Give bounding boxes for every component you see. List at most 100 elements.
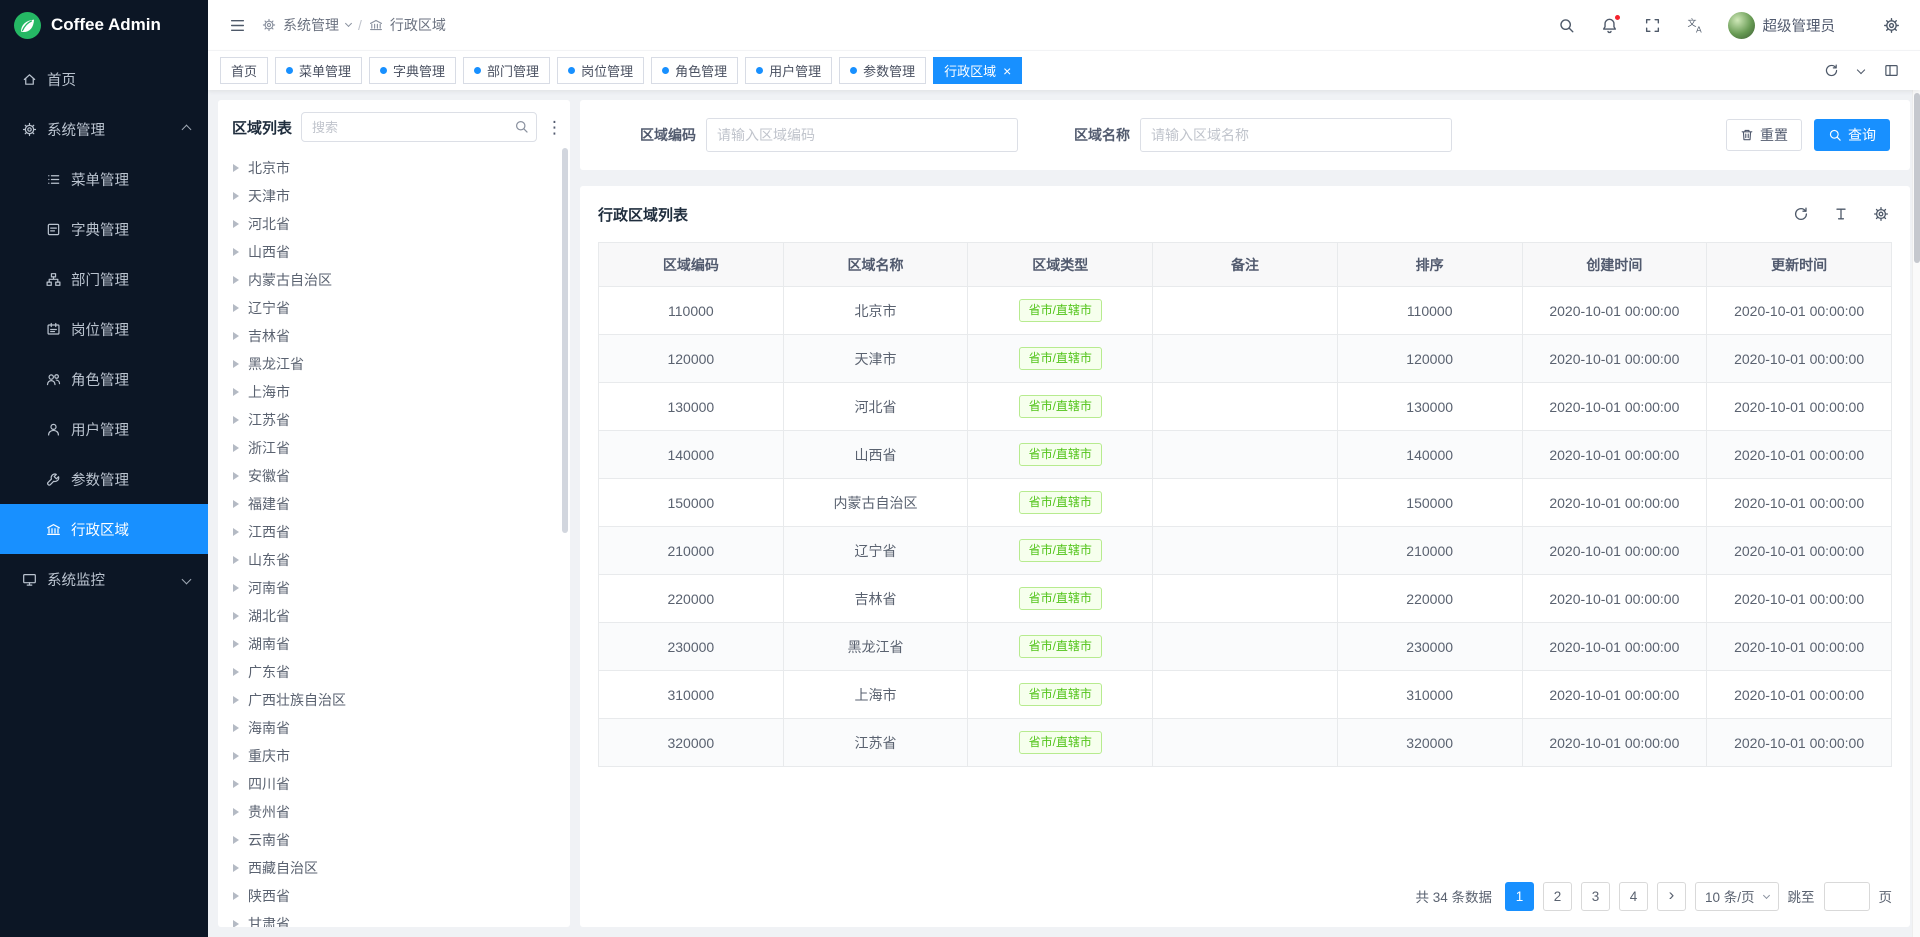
- tab-dictionary[interactable]: 字典管理: [369, 57, 456, 84]
- text-size-button[interactable]: [1830, 203, 1852, 225]
- tree-item[interactable]: 北京市: [218, 154, 570, 182]
- page-button-1[interactable]: 1: [1505, 882, 1534, 911]
- table-row[interactable]: 320000江苏省省市/直辖市3200002020-10-01 00:00:00…: [599, 719, 1892, 767]
- table-row[interactable]: 310000上海市省市/直辖市3100002020-10-01 00:00:00…: [599, 671, 1892, 719]
- tree-scrollbar-thumb[interactable]: [562, 148, 568, 533]
- sidebar-item-region[interactable]: 行政区域: [0, 504, 208, 554]
- cell: 河北省: [783, 383, 968, 431]
- tree-item[interactable]: 河南省: [218, 574, 570, 602]
- username[interactable]: 超级管理员: [1763, 15, 1836, 36]
- tree-item-label: 福建省: [248, 494, 290, 514]
- sidebar-item-system[interactable]: 系统管理: [0, 104, 208, 154]
- sidebar-item-menu[interactable]: 菜单管理: [0, 154, 208, 204]
- translate-button[interactable]: 文A: [1685, 14, 1707, 36]
- breadcrumb-parent[interactable]: 系统管理: [283, 15, 339, 35]
- page-button-3[interactable]: 3: [1581, 882, 1610, 911]
- table-row[interactable]: 140000山西省省市/直辖市1400002020-10-01 00:00:00…: [599, 431, 1892, 479]
- table-row[interactable]: 120000天津市省市/直辖市1200002020-10-01 00:00:00…: [599, 335, 1892, 383]
- jump-page-input[interactable]: [1824, 882, 1870, 911]
- avatar[interactable]: [1728, 12, 1755, 39]
- tree-item[interactable]: 河北省: [218, 210, 570, 238]
- tree-item[interactable]: 湖南省: [218, 630, 570, 658]
- tree-menu-button[interactable]: ⋮: [546, 119, 560, 136]
- tree-item[interactable]: 广东省: [218, 658, 570, 686]
- layout-toggle-button[interactable]: [1880, 60, 1902, 82]
- reset-button[interactable]: 重置: [1726, 119, 1802, 151]
- tab-label: 菜单管理: [299, 61, 351, 80]
- table-row[interactable]: 210000辽宁省省市/直辖市2100002020-10-01 00:00:00…: [599, 527, 1892, 575]
- fullscreen-button[interactable]: [1642, 14, 1664, 36]
- tree-item[interactable]: 内蒙古自治区: [218, 266, 570, 294]
- table-row[interactable]: 230000黑龙江省省市/直辖市2300002020-10-01 00:00:0…: [599, 623, 1892, 671]
- chevron-down-icon: [1762, 891, 1769, 898]
- tree-item[interactable]: 云南省: [218, 826, 570, 854]
- gear-icon: [1883, 17, 1900, 34]
- next-page-button[interactable]: ›: [1657, 882, 1686, 911]
- tree-item[interactable]: 海南省: [218, 714, 570, 742]
- app-logo[interactable]: Coffee Admin: [0, 0, 208, 50]
- tree-item[interactable]: 江西省: [218, 518, 570, 546]
- sidebar-item-department[interactable]: 部门管理: [0, 254, 208, 304]
- tab-post[interactable]: 岗位管理: [557, 57, 644, 84]
- tab-role[interactable]: 角色管理: [651, 57, 738, 84]
- refresh-tabs-button[interactable]: [1820, 60, 1842, 82]
- cell: [1153, 575, 1338, 623]
- table-row[interactable]: 130000河北省省市/直辖市1300002020-10-01 00:00:00…: [599, 383, 1892, 431]
- tree-item[interactable]: 辽宁省: [218, 294, 570, 322]
- sidebar-item-param[interactable]: 参数管理: [0, 454, 208, 504]
- page-size-select[interactable]: 10 条/页: [1695, 882, 1779, 911]
- sidebar-item-post[interactable]: 岗位管理: [0, 304, 208, 354]
- tree-item[interactable]: 安徽省: [218, 462, 570, 490]
- tree-item[interactable]: 广西壮族自治区: [218, 686, 570, 714]
- translate-icon: 文A: [1687, 17, 1704, 34]
- tree-item[interactable]: 西藏自治区: [218, 854, 570, 882]
- refresh-table-button[interactable]: [1790, 203, 1812, 225]
- tab-options-chevron-icon[interactable]: [1857, 65, 1865, 73]
- tree-item[interactable]: 湖北省: [218, 602, 570, 630]
- tree-item[interactable]: 甘肃省: [218, 910, 570, 927]
- tree-item[interactable]: 山东省: [218, 546, 570, 574]
- tree-item[interactable]: 吉林省: [218, 322, 570, 350]
- tab-home[interactable]: 首页: [220, 57, 268, 84]
- search-icon[interactable]: [514, 119, 529, 134]
- tab-region[interactable]: 行政区域×: [933, 57, 1022, 84]
- column-settings-button[interactable]: [1870, 203, 1892, 225]
- cell: 140000: [1337, 431, 1522, 479]
- sidebar-item-role[interactable]: 角色管理: [0, 354, 208, 404]
- tree-item[interactable]: 天津市: [218, 182, 570, 210]
- tree-item[interactable]: 福建省: [218, 490, 570, 518]
- tree-item[interactable]: 贵州省: [218, 798, 570, 826]
- table-row[interactable]: 220000吉林省省市/直辖市2200002020-10-01 00:00:00…: [599, 575, 1892, 623]
- sidebar-item-user[interactable]: 用户管理: [0, 404, 208, 454]
- sidebar-item-home[interactable]: 首页: [0, 54, 208, 104]
- sidebar-item-monitor[interactable]: 系统监控: [0, 554, 208, 604]
- tab-user[interactable]: 用户管理: [745, 57, 832, 84]
- sidebar-item-label: 岗位管理: [71, 319, 129, 340]
- table-row[interactable]: 150000内蒙古自治区省市/直辖市1500002020-10-01 00:00…: [599, 479, 1892, 527]
- tree-item[interactable]: 上海市: [218, 378, 570, 406]
- query-button[interactable]: 查询: [1814, 119, 1890, 151]
- tree-item[interactable]: 江苏省: [218, 406, 570, 434]
- tab-menu[interactable]: 菜单管理: [275, 57, 362, 84]
- window-scrollbar-thumb[interactable]: [1914, 93, 1920, 263]
- tab-param[interactable]: 参数管理: [839, 57, 926, 84]
- sidebar-item-dictionary[interactable]: 字典管理: [0, 204, 208, 254]
- region-name-input[interactable]: [1140, 118, 1452, 152]
- page-button-4[interactable]: 4: [1619, 882, 1648, 911]
- settings-button[interactable]: [1880, 14, 1902, 36]
- tree-search-input[interactable]: [301, 112, 537, 142]
- tree-item[interactable]: 陕西省: [218, 882, 570, 910]
- tree-item[interactable]: 黑龙江省: [218, 350, 570, 378]
- sidebar-collapse-button[interactable]: [226, 14, 248, 36]
- tab-department[interactable]: 部门管理: [463, 57, 550, 84]
- region-code-input[interactable]: [706, 118, 1018, 152]
- tree-item[interactable]: 浙江省: [218, 434, 570, 462]
- table-row[interactable]: 110000北京市省市/直辖市1100002020-10-01 00:00:00…: [599, 287, 1892, 335]
- tree-item[interactable]: 山西省: [218, 238, 570, 266]
- tree-item[interactable]: 四川省: [218, 770, 570, 798]
- page-button-2[interactable]: 2: [1543, 882, 1572, 911]
- tree-item[interactable]: 重庆市: [218, 742, 570, 770]
- notification-button[interactable]: [1599, 14, 1621, 36]
- search-button[interactable]: [1556, 14, 1578, 36]
- close-icon[interactable]: ×: [1003, 64, 1011, 78]
